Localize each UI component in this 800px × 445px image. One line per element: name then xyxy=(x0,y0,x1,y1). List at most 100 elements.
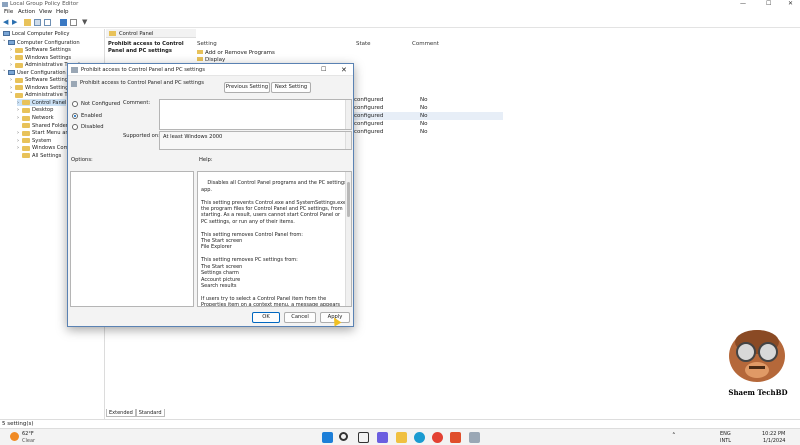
previous-setting-button[interactable]: Previous Setting xyxy=(224,82,270,93)
folder-icon xyxy=(22,123,30,129)
tree-item[interactable]: › Windows Comp xyxy=(17,145,72,152)
next-setting-button[interactable]: Next Setting xyxy=(271,82,311,93)
tree-root[interactable]: Local Computer Policy xyxy=(3,30,69,37)
dialog-maximize-button[interactable]: ☐ xyxy=(321,66,326,73)
radio-circle xyxy=(72,101,78,107)
folder-icon xyxy=(22,145,30,151)
list-view-icon[interactable] xyxy=(44,19,51,26)
tree-item[interactable]: › Control Panel xyxy=(17,99,67,107)
tray-chevron-icon[interactable]: ˄ xyxy=(672,432,676,440)
close-button[interactable]: ✕ xyxy=(788,0,793,7)
comment-cell[interactable]: No xyxy=(420,97,427,103)
state-cell[interactable]: configured xyxy=(354,121,383,127)
options-label: Options: xyxy=(71,157,93,163)
folder-icon xyxy=(15,92,23,98)
app-icon[interactable] xyxy=(450,432,461,443)
supported-on-label: Supported on: xyxy=(123,133,160,139)
comment-cell[interactable]: No xyxy=(420,113,427,119)
menu-file[interactable]: File xyxy=(4,9,13,15)
tree-item[interactable]: › Software Settings xyxy=(10,77,71,84)
state-cell[interactable]: configured xyxy=(354,129,383,135)
tree-item[interactable]: › Windows Settings xyxy=(10,54,71,61)
folder-icon xyxy=(15,47,23,53)
weather-icon[interactable] xyxy=(10,432,19,441)
up-folder-icon[interactable] xyxy=(24,19,31,26)
radio-enabled[interactable]: Enabled xyxy=(72,113,102,119)
menu-view[interactable]: View xyxy=(39,9,52,15)
column-setting[interactable]: Setting xyxy=(197,41,217,47)
tree-item[interactable]: › Software Settings xyxy=(10,47,71,54)
tree-item-label: Windows Comp xyxy=(32,145,72,152)
taskbar: 62°F Clear ˄ ENG INTL 10:22 PM 1/1/2024 xyxy=(0,428,800,445)
tree-item[interactable]: › Windows Settings xyxy=(10,84,71,91)
weather-temp[interactable]: 62°F xyxy=(22,431,34,437)
help-scrollbar[interactable] xyxy=(345,172,351,306)
state-cell[interactable]: configured xyxy=(354,113,383,119)
properties-icon[interactable] xyxy=(70,19,77,26)
menu-bar: File Action View Help xyxy=(0,9,800,17)
dialog-close-button[interactable]: ✕ xyxy=(341,66,347,74)
tree-item[interactable]: › System xyxy=(17,137,51,144)
help-pane: Disables all Control Panel programs and … xyxy=(197,171,352,307)
comment-cell[interactable]: No xyxy=(420,105,427,111)
language-code[interactable]: ENG xyxy=(720,431,731,437)
gpedit-icon[interactable] xyxy=(469,432,480,443)
radio-label: Not Configured xyxy=(81,101,121,107)
minimize-button[interactable]: — xyxy=(740,0,746,7)
setting-row[interactable]: Add or Remove Programs xyxy=(197,50,275,56)
tree-item[interactable]: All Settings xyxy=(17,152,61,159)
status-bar: 5 setting(s) xyxy=(0,419,800,428)
folder-icon xyxy=(22,115,30,121)
tree-item-label: Windows Settings xyxy=(25,54,72,61)
state-cell[interactable]: configured xyxy=(354,105,383,111)
comment-field[interactable] xyxy=(159,99,352,130)
comment-label: Comment: xyxy=(123,100,151,106)
menu-help[interactable]: Help xyxy=(56,9,69,15)
radio-not-configured[interactable]: Not Configured xyxy=(72,101,120,107)
task-view-icon[interactable] xyxy=(358,432,369,443)
scroll-thumb[interactable] xyxy=(347,182,350,217)
edge-icon[interactable] xyxy=(414,432,425,443)
ok-button[interactable]: OK xyxy=(252,312,280,323)
tree-item-label: Software Settings xyxy=(25,77,71,84)
chat-icon[interactable] xyxy=(377,432,388,443)
column-comment[interactable]: Comment xyxy=(412,41,439,47)
time[interactable]: 10:22 PM xyxy=(762,431,785,437)
tree-item[interactable]: ˅ Computer Configuration xyxy=(3,39,80,46)
file-explorer-icon[interactable] xyxy=(396,432,407,443)
tree-item[interactable]: ˅ Administrative Tem xyxy=(10,92,75,99)
weather-desc: Clear xyxy=(22,438,36,444)
menu-action[interactable]: Action xyxy=(18,9,35,15)
search-icon[interactable] xyxy=(339,432,348,441)
supported-scrollbar[interactable] xyxy=(345,132,351,149)
status-text: 5 setting(s) xyxy=(2,421,34,427)
tree-item[interactable]: › Desktop xyxy=(17,107,53,114)
tree-item[interactable]: › Start Menu and xyxy=(17,130,72,137)
cancel-button[interactable]: Cancel xyxy=(284,312,316,323)
tab-extended[interactable]: Extended xyxy=(106,409,136,417)
tab-standard[interactable]: Standard xyxy=(135,409,165,417)
chrome-icon[interactable] xyxy=(432,432,443,443)
start-icon[interactable] xyxy=(322,432,333,443)
help-icon[interactable] xyxy=(60,19,67,26)
setting-name: Add or Remove Programs xyxy=(205,50,275,56)
maximize-button[interactable]: ☐ xyxy=(766,0,771,7)
user-config-icon xyxy=(8,40,15,45)
back-icon[interactable]: ◀ xyxy=(3,19,10,26)
comment-cell[interactable]: No xyxy=(420,129,427,135)
radio-disabled[interactable]: Disabled xyxy=(72,124,104,130)
comment-scrollbar[interactable] xyxy=(345,100,351,129)
app-icon xyxy=(2,2,8,7)
forward-icon[interactable]: ▶ xyxy=(12,19,19,26)
show-tree-icon[interactable] xyxy=(34,19,41,26)
tree-item[interactable]: › Network xyxy=(17,115,54,122)
filter-icon[interactable]: ▼ xyxy=(82,19,89,26)
state-cell[interactable]: configured xyxy=(354,97,383,103)
tree-item[interactable]: Shared Folders xyxy=(17,122,71,129)
comment-cell[interactable]: No xyxy=(420,121,427,127)
tree-item[interactable]: ˅ User Configuration xyxy=(3,69,66,76)
folder-icon xyxy=(22,100,30,106)
folder-icon xyxy=(15,55,23,61)
view-tabs: Extended Standard xyxy=(106,409,165,418)
column-state[interactable]: State xyxy=(356,41,371,47)
